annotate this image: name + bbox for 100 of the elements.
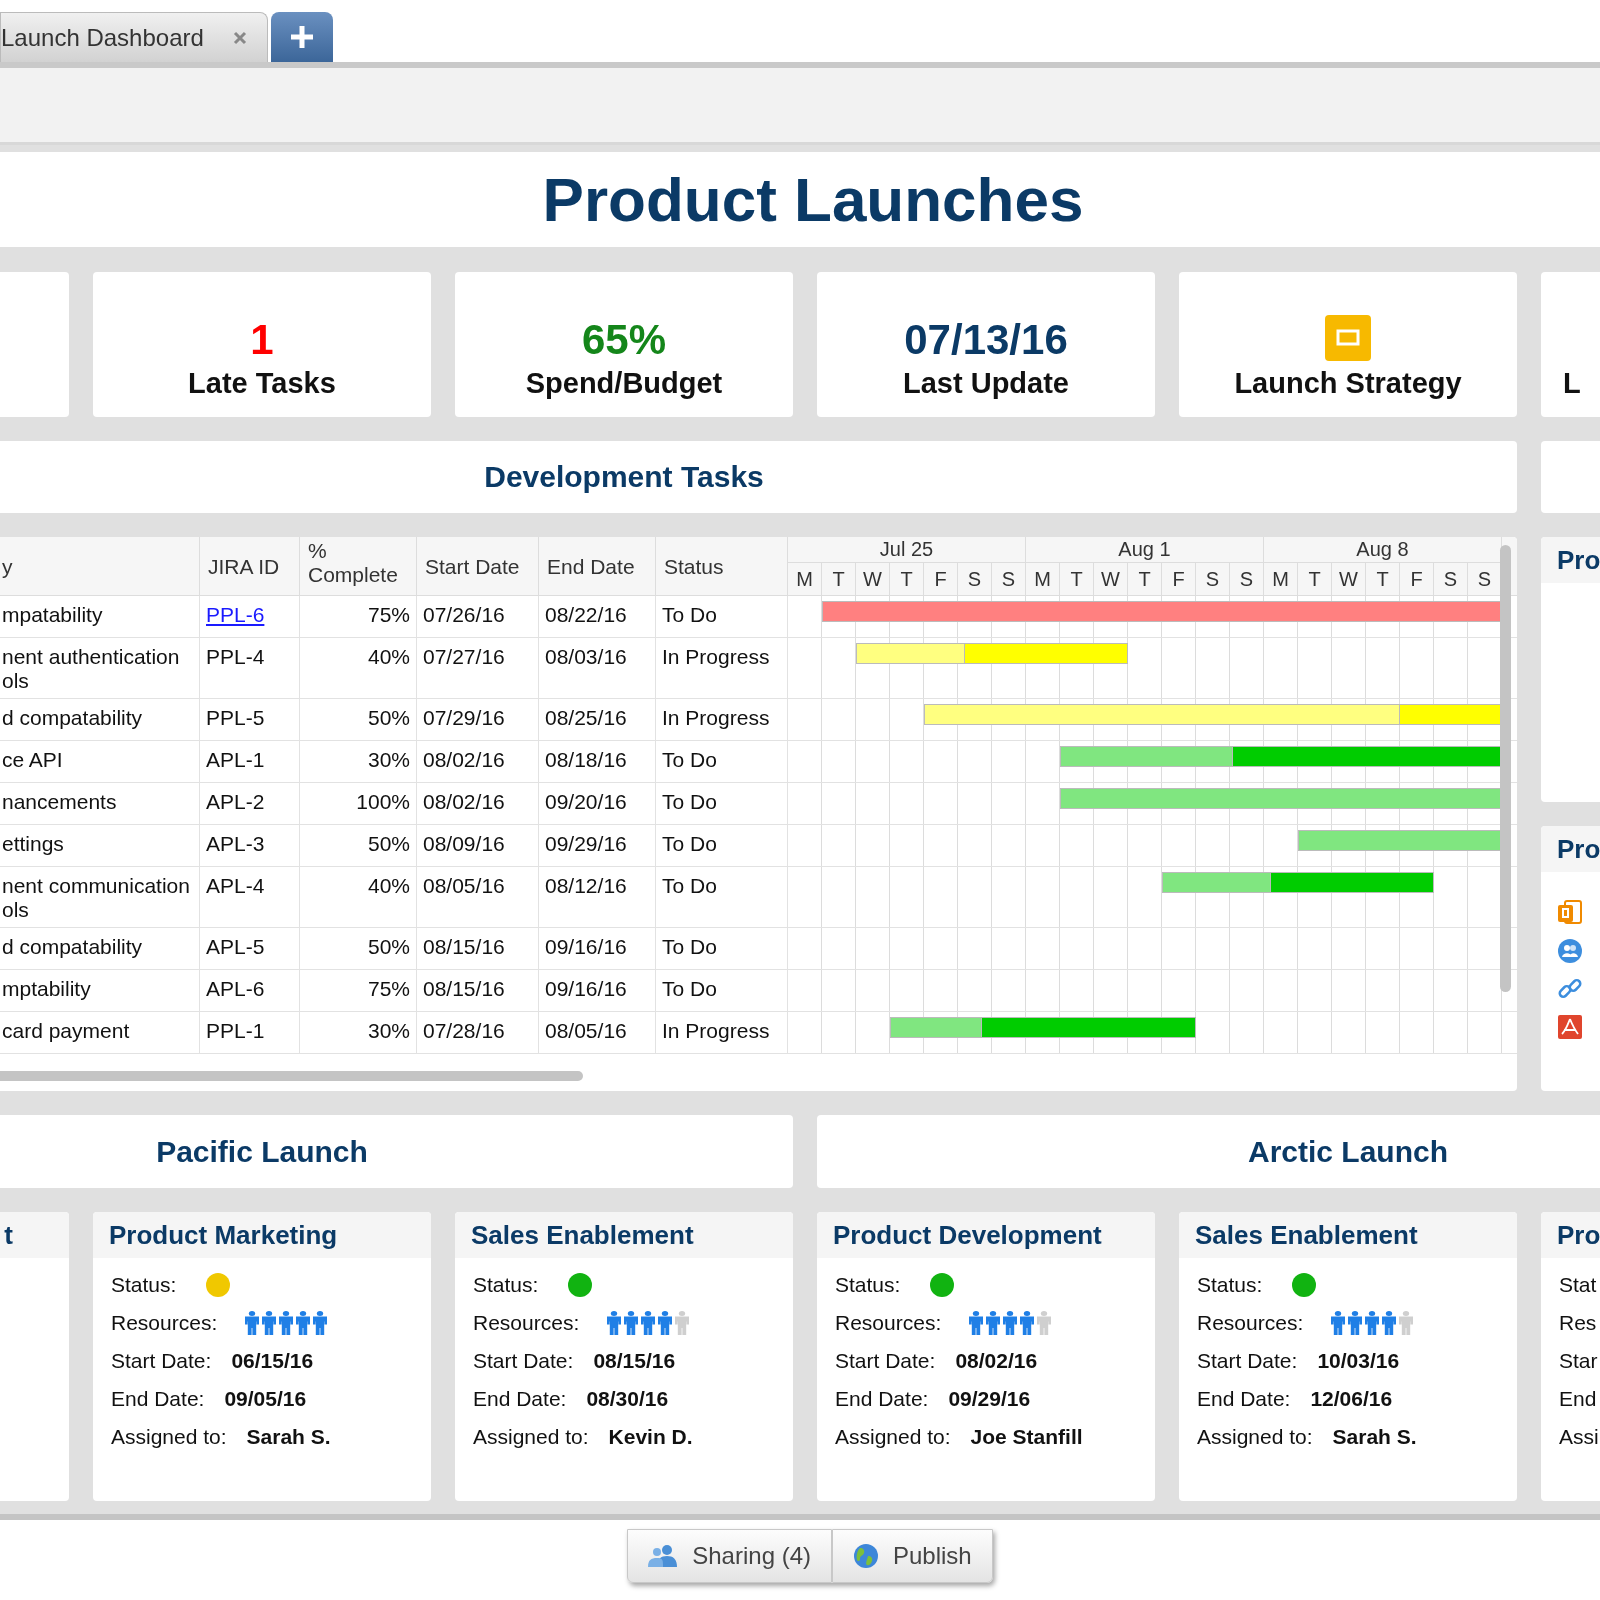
progress-bar-done[interactable]: [1060, 788, 1502, 809]
day-label: S: [1434, 563, 1468, 596]
field-label: Stat: [1559, 1273, 1597, 1297]
card-title: Product Development: [833, 1219, 1102, 1251]
field-label: Status:: [835, 1273, 901, 1297]
table-cell: In Progress: [656, 1012, 788, 1053]
card-title: t: [4, 1219, 13, 1251]
kpi-label: L: [1563, 366, 1581, 401]
progress-bar-remaining[interactable]: [964, 643, 1128, 664]
people-icon: [648, 1544, 679, 1568]
panel-title: Pro: [1557, 544, 1600, 576]
table-cell: 08/15/16: [417, 928, 539, 969]
footer-button[interactable]: Sharing (4): [627, 1529, 832, 1583]
field-label: End: [1559, 1387, 1597, 1411]
table-cell: 08/02/16: [417, 783, 539, 824]
field-value: 08/30/16: [586, 1387, 669, 1411]
progress-bar-done[interactable]: [1298, 830, 1502, 851]
person-icon: [1037, 1311, 1052, 1335]
table-cell: 75%: [300, 596, 417, 637]
section-title: Pacific Launch: [156, 1134, 368, 1169]
day-label: F: [1400, 563, 1434, 596]
progress-bar-remaining[interactable]: [1400, 704, 1502, 725]
card-title: Sales Enablement: [471, 1219, 694, 1251]
kpi-label: Launch Strategy: [1234, 366, 1462, 401]
column-header[interactable]: Start Date: [417, 537, 539, 596]
field-label: Assigned to:: [1197, 1425, 1313, 1449]
scrollbar-thumb[interactable]: [1500, 545, 1511, 992]
day-label: W: [856, 563, 890, 596]
people-icon[interactable]: [1557, 938, 1583, 964]
table-cell: APL-4: [200, 867, 300, 927]
field-label: End Date:: [835, 1387, 929, 1411]
day-label: F: [924, 563, 958, 596]
progress-bar-done[interactable]: [1060, 746, 1234, 767]
progress-bar-done[interactable]: [890, 1017, 982, 1038]
person-icon: [624, 1311, 639, 1335]
person-icon: [245, 1311, 260, 1335]
pdf-file-icon[interactable]: [1557, 1014, 1583, 1040]
field-label: Resources:: [111, 1311, 218, 1335]
day-label: M: [1264, 563, 1298, 596]
day-label: T: [822, 563, 856, 596]
day-label: S: [992, 563, 1026, 596]
progress-bar-done[interactable]: [822, 601, 1502, 622]
day-label: M: [1026, 563, 1060, 596]
table-cell: ettings: [0, 825, 200, 866]
day-label: T: [1298, 563, 1332, 596]
table-cell: To Do: [656, 783, 788, 824]
column-header[interactable]: JIRA ID: [200, 537, 300, 596]
column-header[interactable]: % Complete: [300, 537, 417, 596]
table-cell: To Do: [656, 596, 788, 637]
field-label: Assigned to:: [835, 1425, 951, 1449]
table-cell: 08/12/16: [539, 867, 656, 927]
field-label: End Date:: [1197, 1387, 1291, 1411]
table-cell: 08/25/16: [539, 699, 656, 740]
column-header[interactable]: Status: [656, 537, 788, 596]
jira-link[interactable]: PPL-6: [206, 603, 265, 626]
dashboard-tab[interactable]: Launch Dashboard: [0, 12, 268, 62]
person-icon: [262, 1311, 277, 1335]
field-value: 06/15/16: [231, 1349, 314, 1373]
column-header[interactable]: y: [0, 537, 200, 596]
table-cell: 09/16/16: [539, 928, 656, 969]
table-cell: APL-1: [200, 741, 300, 782]
card-title: Product Marketing: [109, 1219, 338, 1251]
field-value: Sarah S.: [1332, 1425, 1417, 1449]
card-title: Pro: [1557, 1219, 1600, 1251]
table-cell: 07/28/16: [417, 1012, 539, 1053]
person-icon: [641, 1311, 656, 1335]
table-cell: To Do: [656, 741, 788, 782]
day-label: T: [1060, 563, 1094, 596]
table-cell: 30%: [300, 741, 417, 782]
table-cell: ce API: [0, 741, 200, 782]
add-tab-button[interactable]: [271, 12, 333, 62]
table-cell: PPL-5: [200, 699, 300, 740]
column-header[interactable]: End Date: [539, 537, 656, 596]
table-cell: To Do: [656, 825, 788, 866]
progress-bar-remaining[interactable]: [1233, 746, 1502, 767]
progress-bar-done[interactable]: [856, 643, 965, 664]
close-icon[interactable]: [233, 30, 247, 45]
day-label: T: [890, 563, 924, 596]
table-cell: 08/22/16: [539, 596, 656, 637]
table-cell: APL-5: [200, 928, 300, 969]
field-label: Status:: [473, 1273, 539, 1297]
slides-file-icon[interactable]: [1557, 900, 1583, 926]
field-label: Resources:: [1197, 1311, 1304, 1335]
table-cell: 07/26/16: [417, 596, 539, 637]
table-cell: In Progress: [656, 638, 788, 698]
day-label: S: [1196, 563, 1230, 596]
table-cell: 30%: [300, 1012, 417, 1053]
person-icon: [986, 1311, 1001, 1335]
progress-bar-remaining[interactable]: [981, 1017, 1196, 1038]
person-icon: [607, 1311, 622, 1335]
field-label: Status:: [1197, 1273, 1263, 1297]
day-label: W: [1332, 563, 1366, 596]
progress-bar-done[interactable]: [1162, 872, 1271, 893]
kpi-label: Spend/Budget: [525, 366, 723, 401]
progress-bar-done[interactable]: [924, 704, 1400, 725]
person-icon: [313, 1311, 328, 1335]
field-label: Start Date:: [835, 1349, 936, 1373]
footer-button[interactable]: Publish: [832, 1529, 993, 1583]
progress-bar-remaining[interactable]: [1270, 872, 1434, 893]
field-label: End Date:: [111, 1387, 205, 1411]
